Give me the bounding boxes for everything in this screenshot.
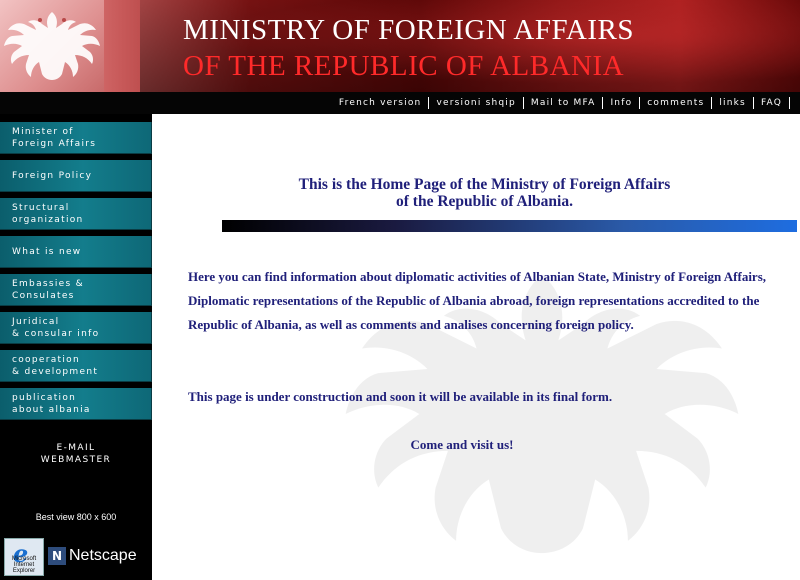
nav-link-faq[interactable]: FAQ [754,98,789,108]
sidebar-item-publication-albania[interactable]: publication about albania [0,388,152,420]
sidebar-item-label: publication about albania [12,392,91,415]
sidebar-item-label: Foreign Policy [12,170,93,181]
netscape-icon: N [48,547,66,565]
main-content: This is the Home Page of the Ministry of… [152,114,800,580]
sidebar: Minister of Foreign Affairs Foreign Poli… [0,114,152,580]
top-navigation: French version versioni shqip Mail to MF… [0,92,800,114]
site-subtitle: OF THE REPUBLIC OF ALBANIA [183,50,625,82]
visit-message: Come and visit us! [410,437,514,452]
site-title: MINISTRY OF FOREIGN AFFAIRS [183,14,635,46]
ie-caption: Microsoft Internet Explorer [11,556,37,574]
construction-notice: This page is under construction and soon… [188,389,613,404]
best-view-note: Best view 800 x 600 [35,512,117,522]
sidebar-item-label: Structural organization [12,202,84,225]
sidebar-item-structural-organization[interactable]: Structural organization [0,198,152,230]
emblem [0,0,104,92]
header-banner: MINISTRY OF FOREIGN AFFAIRS OF THE REPUB… [0,0,800,92]
sidebar-item-what-is-new[interactable]: What is new [0,236,152,268]
double-headed-eagle-icon [4,12,100,80]
sidebar-item-foreign-policy[interactable]: Foreign Policy [0,160,152,192]
sidebar-item-cooperation-development[interactable]: cooperation & development [0,350,152,382]
sidebar-item-label: Juridical & consular info [12,316,100,339]
intro-paragraph: Here you can find information about dipl… [188,269,767,332]
sidebar-item-label: cooperation & development [12,354,99,377]
sidebar-item-embassies-consulates[interactable]: Embassies & Consulates [0,274,152,306]
nav-link-french-version[interactable]: French version [332,98,429,108]
sidebar-item-minister[interactable]: Minister of Foreign Affairs [0,122,152,154]
nav-link-versioni-shqip[interactable]: versioni shqip [429,98,522,108]
netscape-label: Netscape [69,547,137,564]
nav-link-mail-to-mfa[interactable]: Mail to MFA [524,98,603,108]
netscape-badge[interactable]: N Netscape [48,544,137,568]
nav-separator [789,97,790,109]
sidebar-item-label: Minister of Foreign Affairs [12,126,97,149]
nav-link-info[interactable]: Info [603,98,639,108]
page-heading: This is the Home Page of the Ministry of… [298,176,671,210]
email-webmaster-link[interactable]: E-MAIL WEBMASTER [0,442,152,466]
nav-link-comments[interactable]: comments [640,98,711,108]
sidebar-item-juridical-consular[interactable]: Juridical & consular info [0,312,152,344]
sidebar-item-label: Embassies & Consulates [12,278,84,301]
sidebar-item-label: What is new [12,246,82,257]
nav-link-links[interactable]: links [712,98,753,108]
divider-bar [222,220,797,232]
internet-explorer-icon[interactable]: e Microsoft Internet Explorer [4,538,44,576]
